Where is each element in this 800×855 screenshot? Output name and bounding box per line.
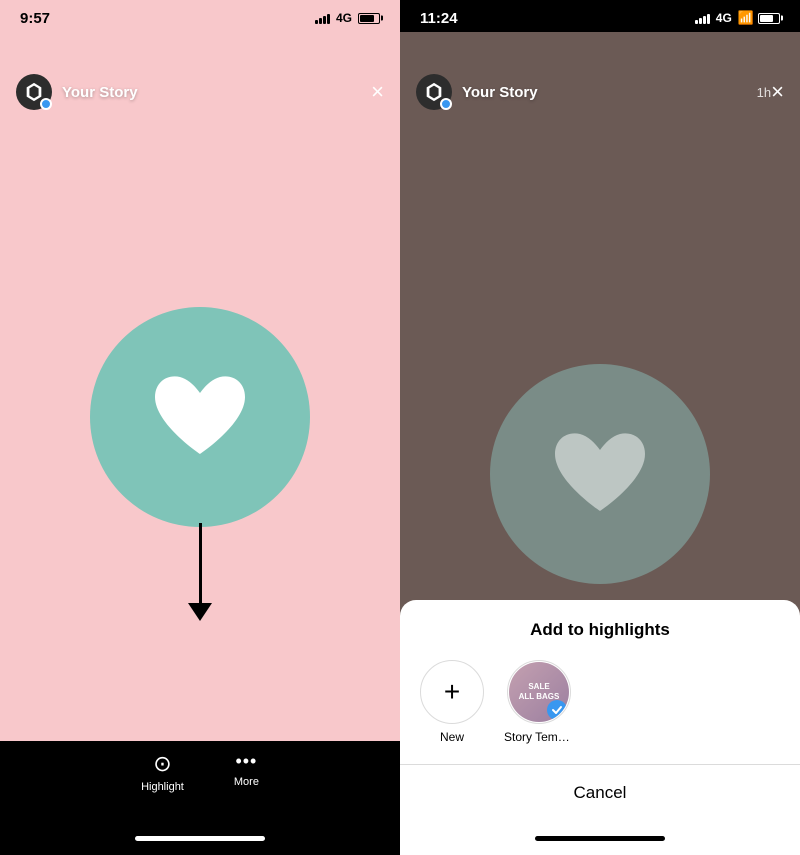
template-highlight-item[interactable]: SALEALL BAGS Story Templ... <box>504 660 574 744</box>
heart-icon-right <box>545 426 655 521</box>
time-right: 11:24 <box>420 10 458 27</box>
highlight-label: Highlight <box>141 781 184 793</box>
more-action[interactable]: ••• More <box>234 751 259 788</box>
time-left: 9:57 <box>20 10 50 27</box>
signal-type-left: 4G <box>336 11 352 25</box>
highlights-row: + New SALEALL BAGS <box>400 660 800 764</box>
home-indicator-left <box>0 821 400 855</box>
arrow-down <box>188 523 212 621</box>
new-plus-icon: + <box>444 676 460 708</box>
avatar-left <box>16 74 52 110</box>
close-btn-right[interactable]: × <box>771 81 784 103</box>
battery-left <box>358 13 380 24</box>
check-icon <box>551 704 563 716</box>
check-overlay <box>547 700 567 720</box>
blue-dot-left <box>40 98 52 110</box>
more-label: More <box>234 776 259 788</box>
arrow-head <box>188 603 212 621</box>
home-bar-left <box>135 836 265 841</box>
bottom-sheet: Add to highlights + New SALEALL BAGS <box>400 600 800 855</box>
highlight-icon: ⊙ <box>153 751 171 777</box>
heart-circle-left <box>90 307 310 527</box>
home-indicator-right <box>400 821 800 855</box>
screen-left: 9:57 4G Your <box>0 0 400 855</box>
story-name-right: Your Story <box>462 84 751 101</box>
heart-icon-left <box>145 369 255 464</box>
status-bar-right: 11:24 4G 📶 <box>400 0 800 32</box>
story-time-right: 1h <box>757 85 771 100</box>
story-content-right: Your Story 1h × Add to highlights + New <box>400 32 800 855</box>
sheet-title: Add to highlights <box>400 620 800 640</box>
bottom-bar-left: ⊙ Highlight ••• More <box>0 741 400 821</box>
new-highlight-circle: + <box>420 660 484 724</box>
template-highlight-circle: SALEALL BAGS <box>507 660 571 724</box>
signal-bars-left <box>315 13 330 24</box>
home-bar-right <box>535 836 665 841</box>
status-bar-left: 9:57 4G <box>0 0 400 32</box>
close-btn-left[interactable]: × <box>371 81 384 103</box>
more-icon: ••• <box>235 751 257 772</box>
story-content-left: Your Story × <box>0 32 400 741</box>
screen-right: 11:24 4G 📶 Your <box>400 0 800 855</box>
story-header-right: Your Story 1h × <box>400 64 800 120</box>
avatar-right <box>416 74 452 110</box>
cancel-button[interactable]: Cancel <box>400 765 800 821</box>
heart-circle-right <box>490 364 710 584</box>
status-icons-right: 4G 📶 <box>695 10 780 26</box>
story-header-left: Your Story × <box>0 64 400 120</box>
signal-type-right: 4G <box>716 11 732 25</box>
wifi-icon-right: 📶 <box>738 10 754 26</box>
battery-right <box>758 13 780 24</box>
status-icons-left: 4G <box>315 11 380 25</box>
signal-bars-right <box>695 13 710 24</box>
template-highlight-label: Story Templ... <box>504 730 574 744</box>
arrow-shaft <box>199 523 202 603</box>
story-name-left: Your Story <box>62 84 371 101</box>
new-highlight-label: New <box>440 730 464 744</box>
story-thumb: SALEALL BAGS <box>509 662 569 722</box>
highlight-action[interactable]: ⊙ Highlight <box>141 751 184 793</box>
blue-dot-right <box>440 98 452 110</box>
new-highlight-item[interactable]: + New <box>420 660 484 744</box>
